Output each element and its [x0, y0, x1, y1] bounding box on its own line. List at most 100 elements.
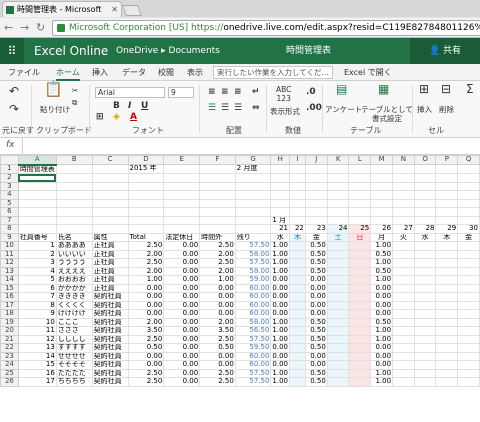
day-hours[interactable]: 0.00: [304, 283, 328, 293]
fill-color-icon[interactable]: ◈: [113, 112, 120, 123]
cell[interactable]: [348, 164, 372, 174]
column-header-l[interactable]: L: [348, 155, 372, 165]
column-header-g[interactable]: G: [234, 155, 272, 165]
day-hours[interactable]: [457, 241, 480, 251]
employee-id[interactable]: 10: [17, 317, 57, 327]
day-hours[interactable]: [392, 343, 415, 353]
cell[interactable]: [370, 198, 394, 208]
weekday[interactable]: 木: [289, 232, 306, 242]
align-center-icon[interactable]: ☰: [221, 103, 229, 114]
column-header-j[interactable]: J: [304, 155, 328, 165]
day-hours[interactable]: [289, 377, 306, 387]
cell[interactable]: [289, 181, 306, 191]
row-header[interactable]: 8: [0, 224, 19, 234]
day-hours[interactable]: [435, 275, 459, 285]
total-hours[interactable]: 0.00: [127, 300, 165, 310]
employee-id[interactable]: 17: [17, 377, 57, 387]
header-cell[interactable]: 時間外: [199, 232, 236, 242]
holiday-hours[interactable]: 0.00: [163, 292, 201, 302]
total-hours[interactable]: 2.50: [127, 368, 165, 378]
day-hours[interactable]: [435, 343, 459, 353]
day-hours[interactable]: [392, 266, 415, 276]
align-middle-icon[interactable]: ≡: [221, 87, 229, 98]
cell[interactable]: [91, 224, 129, 234]
day-hours[interactable]: [289, 351, 306, 361]
cell[interactable]: [370, 207, 394, 217]
row-header[interactable]: 15: [0, 283, 19, 293]
font-name-select[interactable]: Arial: [95, 87, 165, 98]
cell[interactable]: [413, 215, 437, 225]
cell[interactable]: [163, 224, 201, 234]
day-number[interactable]: 29: [435, 224, 459, 234]
cell[interactable]: [17, 215, 57, 225]
select-all-corner[interactable]: [0, 155, 19, 165]
browser-tab[interactable]: 時間管理表 - Microsoft ✕: [2, 1, 122, 17]
day-hours[interactable]: [457, 334, 480, 344]
cell[interactable]: [199, 224, 236, 234]
autosum-icon[interactable]: Σ: [466, 83, 474, 95]
day-number[interactable]: 21: [270, 224, 291, 234]
rest-hours[interactable]: 58.00: [234, 317, 272, 327]
employee-id[interactable]: 11: [17, 326, 57, 336]
day-hours[interactable]: [348, 249, 372, 259]
cell[interactable]: [326, 198, 350, 208]
day-hours[interactable]: [435, 326, 459, 336]
formula-input[interactable]: [22, 138, 480, 155]
cell[interactable]: [17, 198, 57, 208]
app-launcher-waffle-icon[interactable]: ⠿: [0, 38, 24, 64]
day-hours[interactable]: [289, 283, 306, 293]
day-hours[interactable]: 0.50: [304, 266, 328, 276]
day-hours[interactable]: [348, 360, 372, 370]
cell[interactable]: [304, 207, 328, 217]
holiday-hours[interactable]: 0.00: [163, 309, 201, 319]
day-hours[interactable]: [326, 249, 350, 259]
tab-home[interactable]: ホーム: [56, 64, 80, 81]
day-hours[interactable]: [457, 249, 480, 259]
decrease-decimal-icon[interactable]: .00: [306, 103, 322, 114]
cell[interactable]: [348, 215, 372, 225]
cell[interactable]: [392, 173, 415, 183]
tab-file[interactable]: ファイル: [8, 64, 40, 81]
cell[interactable]: [127, 198, 165, 208]
day-hours[interactable]: [326, 309, 350, 319]
row-header[interactable]: 9: [0, 232, 19, 242]
cell[interactable]: [127, 215, 165, 225]
cell[interactable]: [270, 173, 291, 183]
cell[interactable]: [199, 164, 236, 174]
day-hours[interactable]: 1.00: [370, 334, 394, 344]
day-hours[interactable]: 0.00: [304, 351, 328, 361]
row-header[interactable]: 25: [0, 368, 19, 378]
increase-decimal-icon[interactable]: .0: [306, 87, 316, 98]
day-hours[interactable]: [457, 266, 480, 276]
holiday-hours[interactable]: 0.00: [163, 241, 201, 251]
employee-type[interactable]: 正社員: [91, 283, 129, 293]
day-hours[interactable]: 0.00: [304, 300, 328, 310]
rest-hours[interactable]: 58.00: [234, 266, 272, 276]
row-header[interactable]: 24: [0, 360, 19, 370]
day-hours[interactable]: [457, 275, 480, 285]
weekday[interactable]: 火: [392, 232, 415, 242]
day-hours[interactable]: 0.00: [270, 351, 291, 361]
day-hours[interactable]: 1.00: [370, 326, 394, 336]
day-hours[interactable]: [457, 292, 480, 302]
copy-icon[interactable]: ⧉: [72, 98, 77, 107]
day-hours[interactable]: [435, 258, 459, 268]
day-hours[interactable]: 0.50: [370, 249, 394, 259]
rest-hours[interactable]: 59.50: [234, 343, 272, 353]
total-hours[interactable]: 2.00: [127, 317, 165, 327]
cell[interactable]: [55, 173, 93, 183]
cell[interactable]: [55, 215, 93, 225]
employee-type[interactable]: 契約社員: [91, 334, 129, 344]
header-cell[interactable]: 残り: [234, 232, 272, 242]
rest-hours[interactable]: 57.50: [234, 368, 272, 378]
rest-hours[interactable]: 57.50: [234, 334, 272, 344]
row-header[interactable]: 12: [0, 258, 19, 268]
cell[interactable]: [348, 198, 372, 208]
rest-hours[interactable]: 60.00: [234, 309, 272, 319]
day-hours[interactable]: 0.00: [304, 275, 328, 285]
column-header-e[interactable]: E: [163, 155, 201, 165]
cell[interactable]: [370, 181, 394, 191]
day-number[interactable]: 24: [326, 224, 350, 234]
day-hours[interactable]: [413, 368, 437, 378]
cell[interactable]: [199, 198, 236, 208]
